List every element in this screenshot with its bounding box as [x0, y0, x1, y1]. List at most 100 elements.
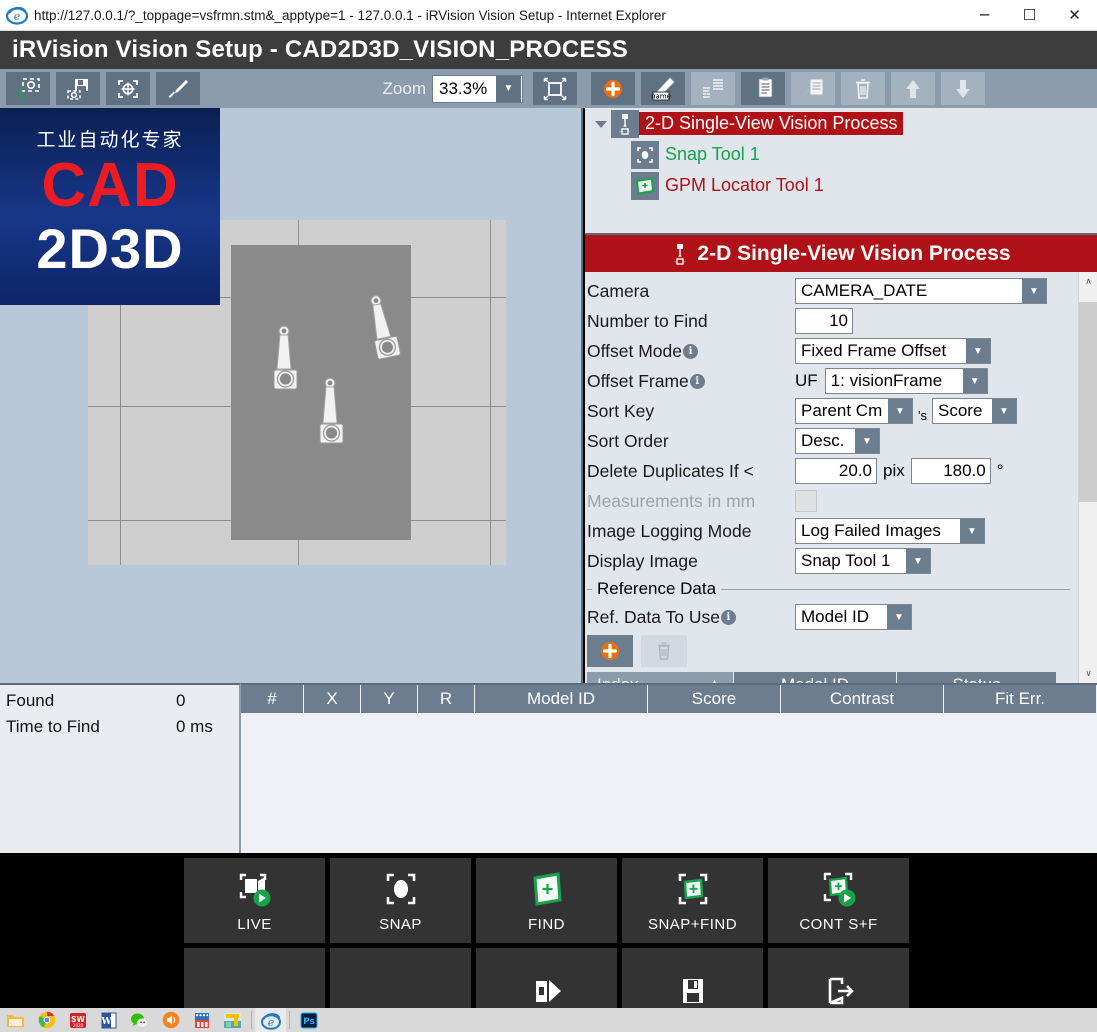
found-value: 0	[176, 691, 186, 710]
image-logging-mode-select[interactable]: Log Failed Images ▼	[795, 518, 985, 544]
chevron-down-icon[interactable]: ▼	[966, 339, 990, 363]
tree-item-gpm-locator-tool[interactable]: GPM Locator Tool 1	[585, 170, 1097, 201]
chevron-down-icon[interactable]: ▼	[960, 519, 984, 543]
chevron-down-icon[interactable]	[591, 114, 611, 134]
file-explorer-icon[interactable]	[0, 1008, 31, 1032]
camera-label: Camera	[587, 280, 650, 301]
taskbar-separator	[251, 1011, 252, 1029]
vision-process-tree: 2-D Single-View Vision Process Snap Tool…	[585, 108, 1097, 235]
image-viewport[interactable]: 工业自动化专家 CAD 2D3D	[0, 108, 583, 683]
results-col-index[interactable]: #	[241, 685, 304, 713]
properties-scrollbar[interactable]: ∧ ∨	[1078, 272, 1097, 683]
time-to-find-label: Time to Find	[6, 717, 100, 736]
chevron-down-icon[interactable]: ▼	[906, 549, 930, 573]
ref-table-col-index[interactable]: Index ▲	[587, 672, 734, 683]
sort-key-sub-select[interactable]: Score ▼	[931, 398, 1017, 424]
chevron-down-icon[interactable]: ▼	[887, 605, 911, 629]
results-col-model-id[interactable]: Model ID	[475, 685, 648, 713]
properties-body: Camera CAMERA_DATE ▼ Number to Find 10 O…	[585, 272, 1097, 683]
ref-data-to-use-label: Ref. Data To Use i	[587, 607, 795, 628]
close-button[interactable]: ✕	[1052, 0, 1097, 31]
display-image-select[interactable]: Snap Tool 1 ▼	[795, 548, 931, 574]
internet-explorer-icon[interactable]: e	[255, 1008, 286, 1032]
svg-text:name: name	[651, 92, 671, 100]
field-offset-frame: Offset Frame i UF 1: visionFrame ▼	[585, 366, 1078, 396]
svg-text:2020: 2020	[72, 1023, 83, 1028]
offset-frame-select[interactable]: 1: visionFrame ▼	[824, 368, 988, 394]
eyedropper-button[interactable]	[156, 72, 200, 105]
camera-select[interactable]: CAMERA_DATE ▼	[795, 278, 1047, 304]
paste-button[interactable]	[741, 72, 785, 105]
media-app-icon[interactable]	[186, 1008, 217, 1032]
find-button[interactable]: FIND	[476, 858, 617, 943]
zoom-combobox[interactable]: 33.3% ▼	[432, 74, 523, 103]
add-reference-data-button[interactable]	[587, 635, 633, 667]
connecting-rod-1	[273, 325, 298, 390]
snap-target-button[interactable]	[106, 72, 150, 105]
results-col-score[interactable]: Score	[648, 685, 781, 713]
chevron-down-icon[interactable]: ▼	[888, 399, 912, 423]
scroll-down-button[interactable]: ∨	[1079, 664, 1097, 683]
tree-item-vision-process[interactable]: 2-D Single-View Vision Process	[585, 108, 1097, 139]
offset-frame-value: 1: visionFrame	[830, 371, 943, 390]
tree-item-snap-tool[interactable]: Snap Tool 1	[585, 139, 1097, 170]
save-image-button[interactable]	[56, 72, 100, 105]
field-sort-order: Sort Order Desc. ▼	[585, 426, 1078, 456]
logo-chinese-text: 工业自动化专家	[36, 129, 184, 151]
camera-value: CAMERA_DATE	[801, 281, 928, 300]
sound-app-icon[interactable]	[155, 1008, 186, 1032]
rename-button[interactable]: name	[641, 72, 685, 105]
delete-duplicates-pix-input[interactable]: 20.0	[795, 458, 877, 484]
snap-find-button[interactable]: SNAP+FIND	[622, 858, 763, 943]
chrome-icon[interactable]	[31, 1008, 62, 1032]
robot-app-icon[interactable]	[217, 1008, 248, 1032]
info-icon[interactable]: i	[683, 343, 699, 359]
ref-data-to-use-select[interactable]: Model ID ▼	[795, 604, 912, 630]
info-icon[interactable]: i	[689, 373, 705, 389]
results-col-fit-err[interactable]: Fit Err.	[944, 685, 1097, 713]
results-col-r[interactable]: R	[418, 685, 475, 713]
cont-snap-find-button[interactable]: CONT S+F	[768, 858, 909, 943]
field-camera: Camera CAMERA_DATE ▼	[585, 276, 1078, 306]
chevron-down-icon[interactable]: ▼	[962, 369, 987, 393]
tree-item-label: Snap Tool 1	[665, 144, 760, 164]
ref-table-col-status[interactable]: Status	[897, 672, 1057, 683]
sort-order-select[interactable]: Desc. ▼	[795, 428, 880, 454]
zoom-control: Zoom 33.3% ▼	[383, 74, 523, 103]
number-to-find-input[interactable]: 10	[795, 308, 853, 334]
ref-table-col-index-label: Index	[597, 675, 639, 683]
chevron-down-icon[interactable]: ▼	[496, 75, 521, 102]
new-vision-process-button[interactable]	[591, 72, 635, 105]
vision-process-icon	[611, 109, 639, 138]
results-col-contrast[interactable]: Contrast	[781, 685, 944, 713]
chevron-down-icon[interactable]: ▼	[991, 399, 1016, 423]
live-button[interactable]: LIVE	[184, 858, 325, 943]
fit-to-window-button[interactable]	[533, 72, 577, 105]
snap-tool-icon	[631, 140, 659, 169]
maximize-button[interactable]: ☐	[1007, 0, 1052, 31]
word-icon[interactable]: W	[93, 1008, 124, 1032]
grid-line-v3	[490, 220, 491, 565]
scroll-up-button[interactable]: ∧	[1079, 272, 1097, 291]
found-label: Found	[6, 691, 55, 710]
offset-frame-label-text: Offset Frame	[587, 370, 689, 391]
status-panel: Found 0 Time to Find 0 ms	[0, 683, 241, 853]
wechat-icon[interactable]	[124, 1008, 155, 1032]
minimize-button[interactable]: ─	[962, 0, 1007, 31]
photoshop-icon[interactable]: Ps	[293, 1008, 324, 1032]
chevron-down-icon[interactable]: ▼	[855, 429, 879, 453]
results-col-x[interactable]: X	[304, 685, 361, 713]
info-icon[interactable]: i	[720, 609, 736, 625]
delete-duplicates-deg-input[interactable]: 180.0	[910, 458, 991, 484]
chevron-down-icon[interactable]: ▼	[1022, 279, 1046, 303]
sort-key-select[interactable]: Parent Cm ▼	[795, 398, 913, 424]
scrollbar-thumb[interactable]	[1079, 302, 1097, 502]
load-image-button[interactable]	[6, 72, 50, 105]
solidworks-icon[interactable]: SW 2020	[62, 1008, 93, 1032]
results-col-y[interactable]: Y	[361, 685, 418, 713]
ref-table-col-model-id[interactable]: Model ID	[734, 672, 897, 683]
run-program-icon	[535, 979, 561, 1002]
snap-button[interactable]: SNAP	[330, 858, 471, 943]
offset-mode-select[interactable]: Fixed Frame Offset ▼	[795, 338, 991, 364]
load-list-button	[791, 72, 835, 105]
